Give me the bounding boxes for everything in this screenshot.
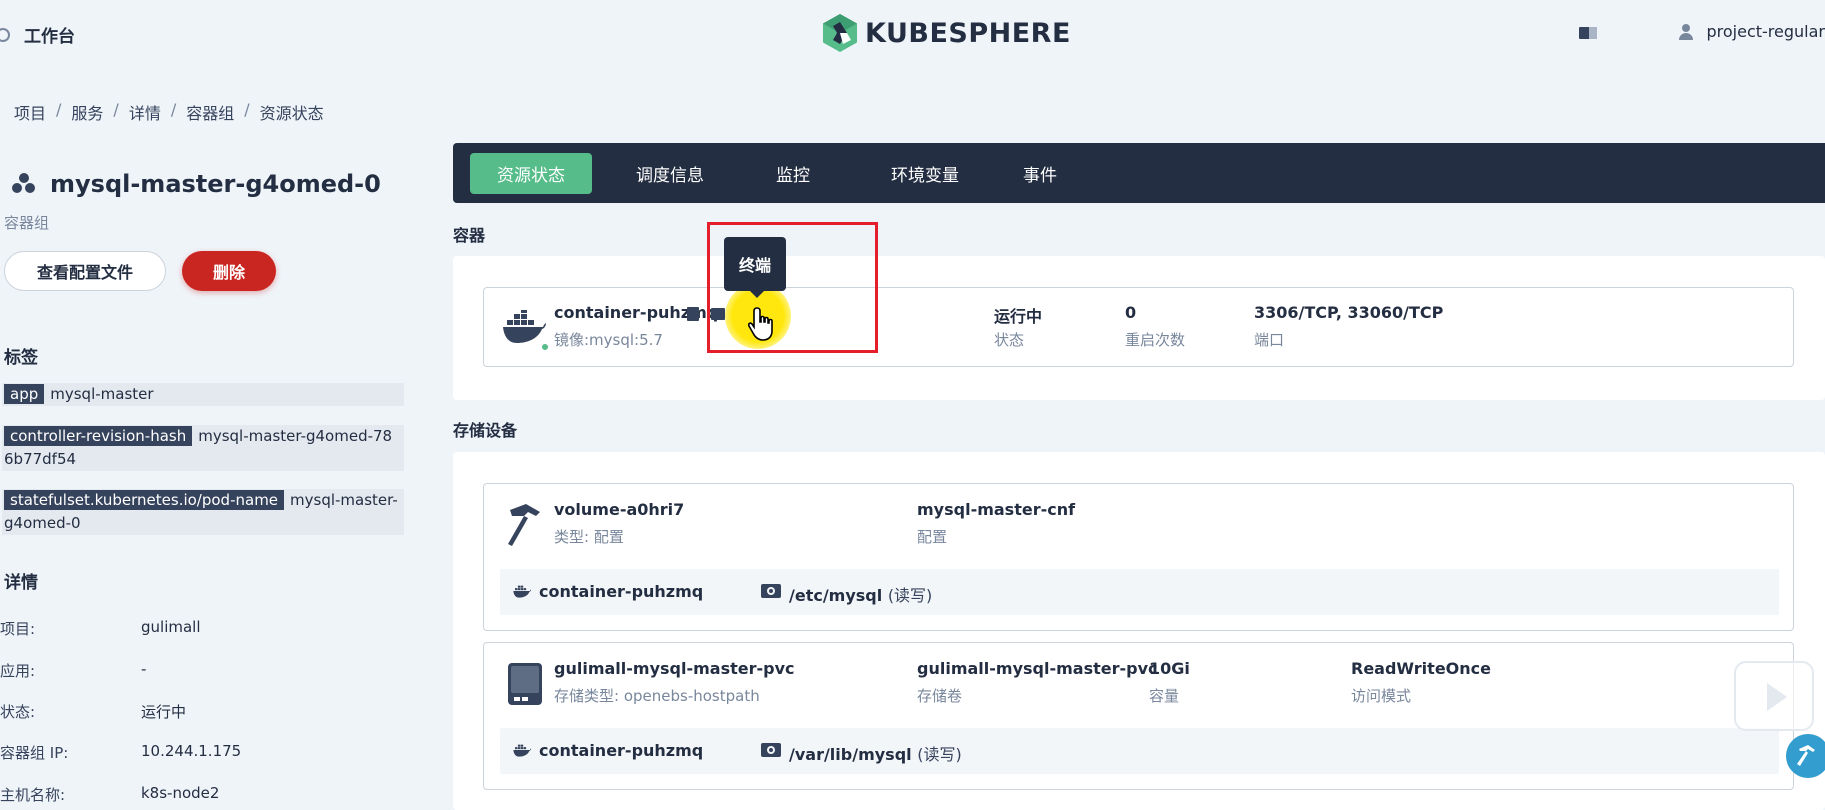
pvc-name-value[interactable]: gulimall-mysql-master-pvc (917, 659, 1157, 678)
breadcrumb-item-service[interactable]: 服务 (71, 100, 103, 124)
container-image: 镜像:mysql:5.7 (554, 331, 663, 349)
tab-env-vars[interactable]: 环境变量 (871, 153, 979, 194)
workbench-label: 工作台 (24, 27, 75, 47)
restarts-label: 重启次数 (1125, 331, 1186, 349)
label-value: mysql-master (50, 385, 154, 403)
mount-mode: (读写) (917, 745, 962, 764)
detail-key: 状态: (0, 703, 36, 721)
user-name[interactable]: project-regular (1707, 22, 1825, 41)
breadcrumb-item-resource-status: 资源状态 (259, 104, 324, 123)
capacity-label: 容量 (1149, 687, 1180, 705)
terminal-tooltip: 终端 (724, 237, 786, 298)
breadcrumb-separator: / (170, 100, 177, 119)
details-heading: 详情 (4, 573, 38, 593)
detail-value: gulimall (141, 618, 201, 636)
user-icon[interactable] (1678, 23, 1693, 40)
label-key: app (4, 384, 45, 404)
restarts-value: 0 (1125, 303, 1137, 322)
container-status-value: 运行中 (994, 307, 1043, 326)
kubesphere-logo[interactable]: KUBESPHERE (823, 14, 1071, 52)
volume-item[interactable]: volume-a0hri7 类型: 配置 mysql-master-cnf 配置… (483, 483, 1794, 631)
pod-info-panel: mysql-master-g4omed-0 容器组 查看配置文件 删除 标签 a… (0, 140, 416, 810)
hammer-icon (508, 504, 540, 546)
detail-key: 应用: (0, 662, 36, 680)
pod-icon (12, 173, 36, 195)
label-item: statefulset.kubernetes.io/pod-name mysql-… (2, 489, 404, 535)
label-key: controller-revision-hash (4, 426, 193, 446)
top-bar: 工作台 KUBESPHERE project-regular (0, 0, 1825, 72)
mount-mode: (读写) (887, 586, 933, 605)
page-title: mysql-master-g4omed-0 (50, 170, 381, 198)
pvc-name-label: 存储卷 (917, 687, 963, 705)
ports-value: 3306/TCP, 33060/TCP (1254, 303, 1444, 322)
docker-icon (503, 310, 546, 343)
docker-icon (513, 744, 532, 757)
docker-icon (513, 585, 532, 598)
tab-resource-status[interactable]: 资源状态 (470, 153, 592, 194)
storage-heading: 存储设备 (453, 421, 518, 440)
breadcrumb-item-pods[interactable]: 容器组 (186, 100, 234, 124)
ports-label: 端口 (1254, 331, 1285, 349)
logs-icon[interactable] (687, 307, 699, 321)
layout-toggle-icon[interactable] (1578, 27, 1597, 39)
workbench-icon (0, 27, 10, 42)
breadcrumb-separator: / (113, 100, 119, 119)
mount-disk-icon (761, 743, 781, 757)
containers-card: container-puhzmq 镜像:mysql:5.7 运行中 状态 0 重… (453, 256, 1825, 400)
breadcrumb-item-details[interactable]: 详情 (129, 100, 161, 124)
config-name-label: 配置 (917, 528, 948, 546)
detail-value: 10.244.1.175 (141, 742, 242, 760)
container-item[interactable]: container-puhzmq 镜像:mysql:5.7 运行中 状态 0 重… (483, 287, 1794, 367)
workbench-link[interactable]: 工作台 (0, 22, 75, 47)
tab-bar: 资源状态 调度信息 监控 环境变量 事件 (453, 143, 1825, 203)
label-key: statefulset.kubernetes.io/pod-name (4, 490, 285, 510)
breadcrumb-separator: / (56, 100, 62, 119)
containers-heading: 容器 (453, 226, 486, 245)
tab-scheduling[interactable]: 调度信息 (620, 153, 720, 194)
toolbox-icon[interactable] (1786, 734, 1825, 778)
mount-row: container-puhzmq /etc/mysql (读写) (500, 569, 1779, 615)
detail-value: k8s-node2 (141, 784, 220, 802)
play-widget-icon[interactable] (1734, 661, 1814, 731)
storage-disk-icon (508, 663, 542, 705)
detail-key: 容器组 IP: (0, 744, 69, 762)
tab-monitoring[interactable]: 监控 (751, 153, 835, 194)
mount-container-name: container-puhzmq (539, 741, 704, 760)
capacity-value: 10Gi (1149, 659, 1190, 678)
kubesphere-logo-icon (823, 14, 857, 52)
view-config-button[interactable]: 查看配置文件 (4, 251, 166, 291)
access-mode-value: ReadWriteOnce (1351, 659, 1491, 678)
detail-key: 主机名称: (0, 786, 66, 804)
mount-disk-icon (761, 584, 781, 598)
volume-type: 类型: 配置 (554, 528, 624, 546)
container-status-label: 状态 (994, 331, 1025, 349)
volume-item[interactable]: gulimall-mysql-master-pvc 存储类型: openebs-… (483, 642, 1794, 790)
tab-events[interactable]: 事件 (1008, 153, 1072, 194)
volume-name[interactable]: gulimall-mysql-master-pvc (554, 659, 794, 678)
mount-path: /etc/mysql (789, 586, 883, 605)
pod-subtitle: 容器组 (4, 214, 50, 232)
mount-path: /var/lib/mysql (789, 745, 912, 764)
labels-heading: 标签 (4, 348, 38, 368)
volume-name[interactable]: volume-a0hri7 (554, 500, 684, 519)
detail-key: 项目: (0, 620, 36, 638)
logo-text: KUBESPHERE (865, 17, 1071, 49)
label-item: controller-revision-hash mysql-master-g4o… (2, 425, 404, 471)
label-item: app mysql-master (2, 383, 404, 406)
breadcrumb-separator: / (244, 100, 250, 119)
delete-button[interactable]: 删除 (182, 251, 276, 291)
storage-card: volume-a0hri7 类型: 配置 mysql-master-cnf 配置… (453, 452, 1825, 810)
mount-row: container-puhzmq /var/lib/mysql (读写) (500, 728, 1779, 774)
volume-type: 存储类型: openebs-hostpath (554, 687, 760, 705)
breadcrumb: 项目 / 服务 / 详情 / 容器组 / 资源状态 (14, 100, 324, 124)
detail-value: 运行中 (141, 703, 187, 721)
config-name-value: mysql-master-cnf (917, 500, 1076, 519)
mount-container-name: container-puhzmq (539, 582, 704, 601)
access-mode-label: 访问模式 (1351, 687, 1412, 705)
detail-value: - (141, 660, 147, 678)
running-status-dot (540, 342, 550, 352)
breadcrumb-item-project[interactable]: 项目 (14, 100, 46, 124)
hammer-tool-icon (1797, 745, 1815, 766)
